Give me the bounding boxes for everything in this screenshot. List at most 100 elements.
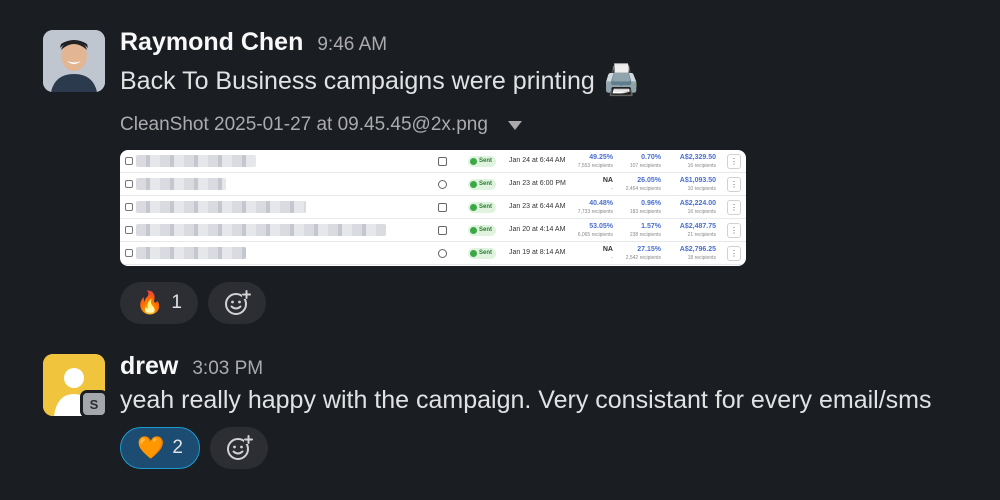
printer-emoji: 🖨️ [602,64,641,97]
row-menu-button[interactable]: ⋮ [727,177,741,192]
sender-name[interactable]: Raymond Chen [120,28,303,57]
email-channel-icon [438,157,447,166]
row-menu-button[interactable]: ⋮ [727,154,741,169]
click-rate-recipients: 107 recipients [629,163,661,169]
timestamp[interactable]: 3:03 PM [192,358,263,380]
reaction-count: 2 [172,437,183,458]
revenue: A$2,796.25 18 recipients [672,246,716,262]
avatar-photo-image [43,30,105,92]
message-text-body: Back To Business campaigns were printing [120,66,595,95]
add-reaction-button[interactable] [209,427,268,469]
row-checkbox[interactable] [125,180,133,188]
campaign-row[interactable]: Sent Jan 23 at 6:00 PM NA - 26.05% 2,454 reci… [120,173,746,196]
add-reaction-button[interactable] [207,282,266,324]
sender-name[interactable]: drew [120,352,178,381]
revenue-recipients: 21 recipients [687,232,716,238]
attachment-image[interactable]: Sent Jan 24 at 6:44 AM 49.25% 7,553 recipie… [120,150,746,266]
revenue-value: A$2,796.25 [679,246,716,253]
status-badge: S [80,390,108,418]
message-text: yeah really happy with the campaign. Ver… [120,386,932,414]
redacted-campaign-name [136,201,306,213]
attachment-header[interactable]: CleanShot 2025-01-27 at 09.45.45@2x.png [120,114,746,136]
send-date: Jan 20 at 4:14 AM [509,226,566,233]
status-badge: Sent [468,179,497,190]
click-rate-recipients: 183 recipients [629,209,661,215]
revenue: A$2,329.50 16 recipients [672,154,716,170]
campaign-row[interactable]: Sent Jan 20 at 4:14 AM 53.05% 6,065 recipie… [120,219,746,242]
redacted-campaign-name [136,224,386,236]
revenue: A$1,093.50 10 recipients [672,177,716,193]
redacted-campaign-name [136,155,256,167]
redacted-campaign-name [136,247,246,259]
reaction-bar: 🔥 1 [120,282,746,324]
click-rate-value: 0.70% [641,154,661,161]
revenue-recipients: 16 recipients [687,209,716,215]
add-reaction-icon [224,290,251,315]
campaign-row[interactable]: Sent Jan 23 at 6:44 AM 40.48% 7,733 recipie… [120,196,746,219]
revenue-value: A$1,093.50 [679,177,716,184]
open-rate-recipients: - [611,255,613,261]
row-menu-button[interactable]: ⋮ [727,200,741,215]
click-rate: 27.15% 2,542 recipients [617,246,661,262]
open-rate-recipients: 7,733 recipients [577,209,613,215]
reaction-orange-heart[interactable]: 🧡 2 [120,427,200,469]
open-rate: 40.48% 7,733 recipients [569,200,613,216]
message-text: Back To Business campaigns were printing… [120,66,746,96]
row-checkbox[interactable] [125,249,133,257]
open-rate: NA - [569,177,613,193]
row-menu-button[interactable]: ⋮ [727,246,741,261]
open-rate-value: NA [602,246,613,253]
send-date: Jan 24 at 6:44 AM [509,157,566,164]
reaction-count: 1 [171,292,182,313]
revenue-recipients: 16 recipients [687,163,716,169]
open-rate-value: 49.25% [589,154,613,161]
campaign-row[interactable]: Sent Jan 19 at 8:14 AM NA - 27.15% 2,542 reci… [120,242,746,265]
open-rate-recipients: - [611,186,613,192]
row-menu-button[interactable]: ⋮ [727,223,741,238]
revenue-value: A$2,487.75 [679,223,716,230]
row-checkbox[interactable] [125,226,133,234]
campaign-row[interactable]: Sent Jan 24 at 6:44 AM 49.25% 7,553 recipie… [120,150,746,173]
click-rate: 1.57% 238 recipients [617,223,661,239]
open-rate-recipients: 6,065 recipients [577,232,613,238]
revenue-recipients: 10 recipients [687,186,716,192]
click-rate: 26.05% 2,454 recipients [617,177,661,193]
click-rate-value: 0.96% [641,200,661,207]
click-rate-value: 1.57% [641,223,661,230]
click-rate-recipients: 238 recipients [629,232,661,238]
orange-heart-emoji-icon: 🧡 [137,435,165,460]
status-badge: Sent [468,248,497,259]
message-header: Raymond Chen 9:46 AM [120,28,746,58]
message-content: drew 3:03 PM yeah really happy with the … [120,352,932,469]
sms-channel-icon [438,249,447,258]
timestamp[interactable]: 9:46 AM [317,34,387,56]
revenue-recipients: 18 recipients [687,255,716,261]
send-date: Jan 23 at 6:00 PM [509,180,566,187]
email-channel-icon [438,203,447,212]
row-checkbox[interactable] [125,203,133,211]
open-rate-value: 53.05% [589,223,613,230]
fire-emoji-icon: 🔥 [136,290,164,315]
add-reaction-icon [226,435,253,460]
reaction-fire[interactable]: 🔥 1 [120,282,198,324]
email-channel-icon [438,226,447,235]
redacted-campaign-name [136,178,226,190]
open-rate-recipients: 7,553 recipients [577,163,613,169]
message-content: Raymond Chen 9:46 AM Back To Business ca… [120,28,746,324]
click-rate: 0.96% 183 recipients [617,200,661,216]
send-date: Jan 19 at 8:14 AM [509,249,566,256]
status-badge: Sent [468,225,497,236]
click-rate-recipients: 2,542 recipients [625,255,661,261]
send-date: Jan 23 at 6:44 AM [509,203,566,210]
status-badge: Sent [468,156,497,167]
revenue: A$2,224.00 16 recipients [672,200,716,216]
attachment-filename[interactable]: CleanShot 2025-01-27 at 09.45.45@2x.png [120,114,488,136]
open-rate: NA - [569,246,613,262]
chevron-down-icon[interactable] [507,120,522,130]
click-rate-recipients: 2,454 recipients [625,186,661,192]
row-checkbox[interactable] [125,157,133,165]
click-rate-value: 26.05% [637,177,661,184]
message-header: drew 3:03 PM [120,352,932,382]
sms-channel-icon [438,180,447,189]
avatar[interactable] [43,30,105,92]
